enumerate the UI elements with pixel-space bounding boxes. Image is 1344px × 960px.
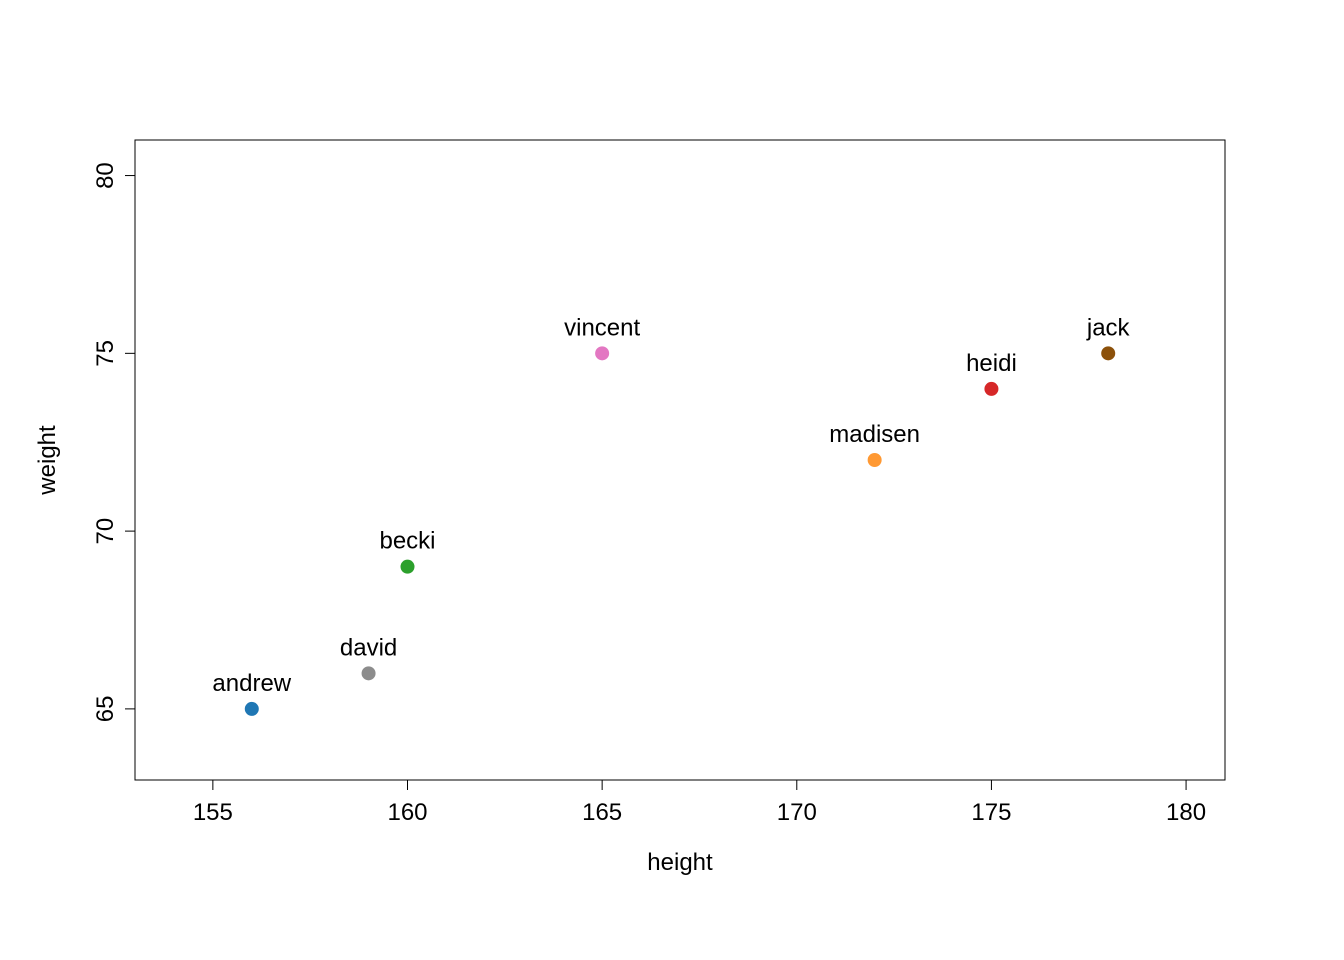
data-point-label: madisen (829, 421, 920, 448)
y-tick-label: 75 (92, 340, 119, 367)
y-tick-label: 70 (92, 518, 119, 545)
data-point (984, 382, 998, 396)
data-point (868, 453, 882, 467)
x-tick-label: 170 (777, 799, 817, 826)
y-tick-label: 80 (92, 162, 119, 189)
y-tick-label: 65 (92, 696, 119, 723)
data-point (245, 702, 259, 716)
data-point (401, 560, 415, 574)
data-point (595, 346, 609, 360)
data-point-label: david (340, 634, 397, 661)
y-axis-title: weight (34, 425, 61, 496)
data-point (1101, 346, 1115, 360)
x-tick-label: 155 (193, 799, 233, 826)
x-tick-label: 165 (582, 799, 622, 826)
x-tick-label: 175 (971, 799, 1011, 826)
data-point-label: jack (1086, 314, 1131, 341)
x-axis-title: height (647, 849, 713, 876)
x-tick-label: 160 (387, 799, 427, 826)
data-point-label: andrew (212, 670, 291, 697)
data-point-label: heidi (966, 350, 1017, 377)
x-tick-label: 180 (1166, 799, 1206, 826)
data-point (362, 666, 376, 680)
data-point-label: becki (379, 528, 435, 555)
chart-container: 155 160 165 170 175 180 65 70 75 80 height weight an… (0, 0, 1344, 960)
scatter-chart: 155 160 165 170 175 180 65 70 75 80 height weight an… (0, 0, 1344, 960)
plot-frame (135, 140, 1225, 780)
data-point-label: vincent (564, 314, 640, 341)
